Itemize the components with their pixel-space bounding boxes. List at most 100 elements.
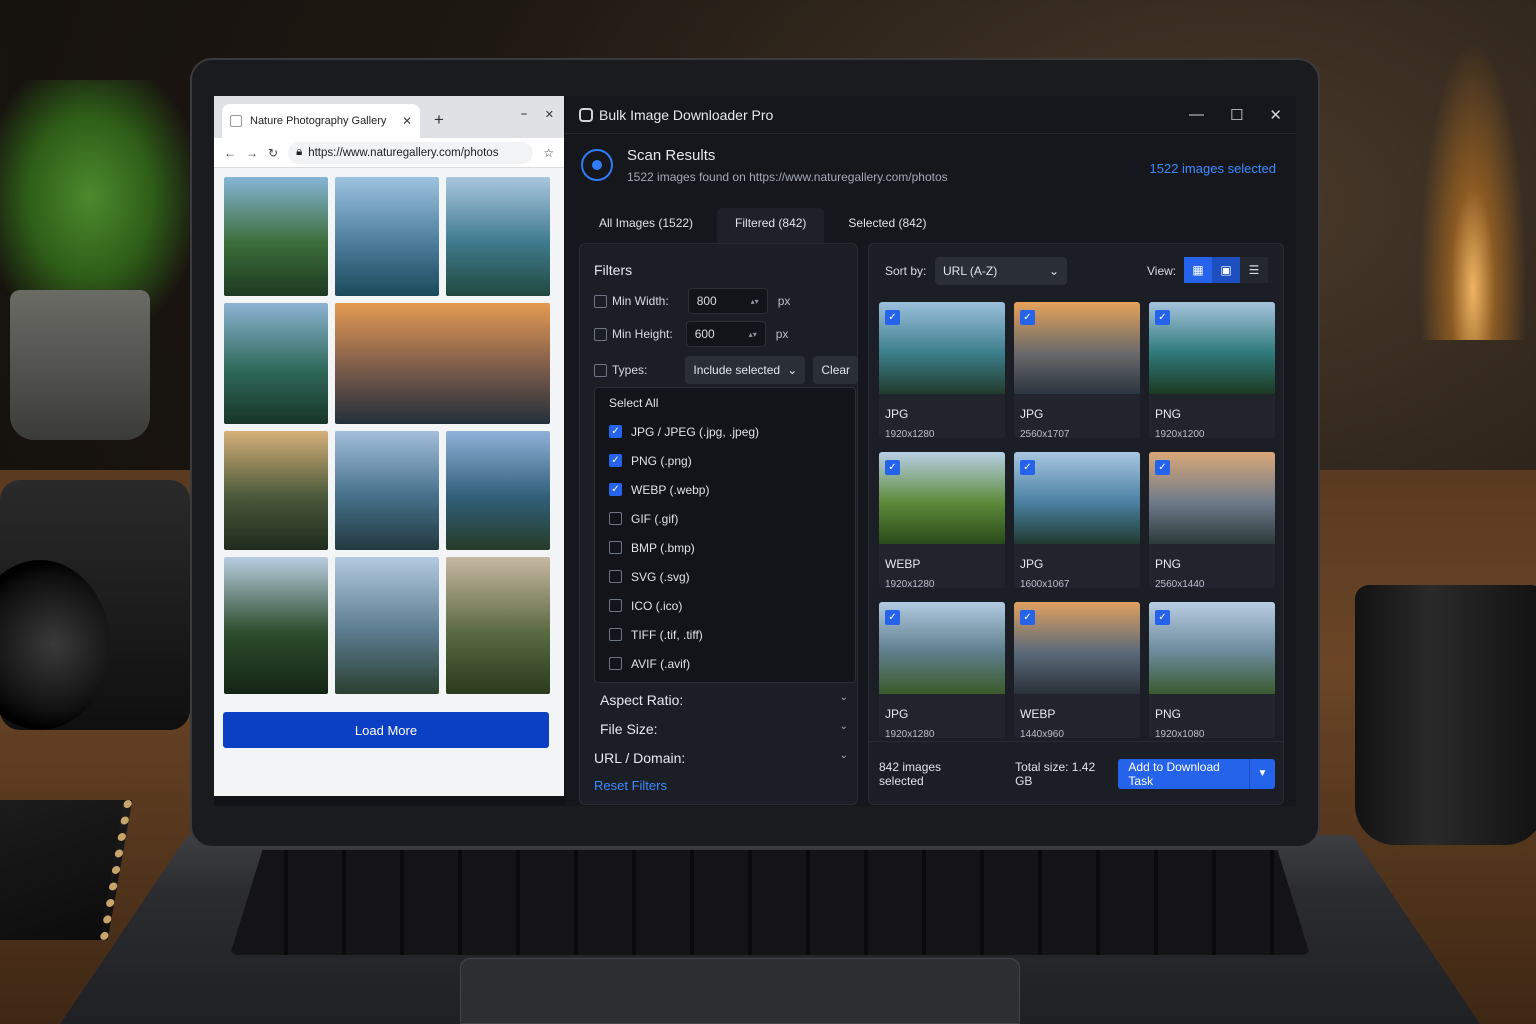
reset-filters-link[interactable]: Reset Filters	[594, 778, 667, 793]
grid-view-icon[interactable]: ▦	[1184, 257, 1212, 283]
close-tab-icon[interactable]: ✕	[402, 114, 412, 128]
bookmark-star-icon[interactable]: ☆	[543, 146, 554, 160]
forward-icon[interactable]: →	[246, 146, 258, 160]
file-type-option[interactable]: ✓ PNG (.png)	[595, 446, 855, 475]
address-bar[interactable]: 🔒︎ https://www.naturegallery.com/photos	[288, 141, 534, 164]
file-type-checkbox[interactable]	[609, 628, 622, 641]
image-select-checkbox[interactable]: ✓	[1155, 460, 1170, 475]
app-titlebar: Bulk Image Downloader Pro — ☐ ✕	[565, 96, 1296, 134]
close-icon[interactable]: ✕	[545, 108, 554, 121]
image-card[interactable]: ✓ PNG 1920x1080	[1149, 602, 1275, 738]
gallery-photo-sunset-coast[interactable]	[335, 303, 550, 424]
image-select-checkbox[interactable]: ✓	[1020, 460, 1035, 475]
unit-label: px	[775, 327, 789, 341]
url-domain-section[interactable]: URL / Domain: ⌄	[594, 750, 848, 766]
file-type-option[interactable]: BMP (.bmp)	[595, 533, 855, 562]
file-size-label: File Size:	[600, 721, 658, 737]
gallery-photo-forest-sun[interactable]	[224, 431, 328, 550]
image-select-checkbox[interactable]: ✓	[1155, 310, 1170, 325]
file-type-option[interactable]: ✓ JPG / JPEG (.jpg, .jpeg)	[595, 417, 855, 446]
image-card[interactable]: ✓ JPG 1600x1067	[1014, 452, 1140, 588]
gallery-photo-valley-river[interactable]	[446, 431, 550, 550]
spinner-icon[interactable]: ▴▾	[751, 297, 759, 306]
back-icon[interactable]: ←	[224, 146, 236, 160]
image-card[interactable]: ✓ JPG 2560x1707	[1014, 302, 1140, 438]
min-height-checkbox[interactable]	[594, 327, 607, 341]
image-card[interactable]: ✓ PNG 2560x1440	[1149, 452, 1275, 588]
select-all-types[interactable]: Select All	[595, 388, 855, 417]
gallery-photo-mountain-lake[interactable]	[335, 431, 439, 550]
app-logo-icon	[579, 107, 593, 122]
chevron-down-icon[interactable]: ▼	[1248, 758, 1275, 789]
sort-dropdown[interactable]: URL (A-Z) ⌄	[935, 257, 1067, 285]
load-more-button[interactable]: Load More	[223, 712, 549, 748]
file-type-checkbox[interactable]	[609, 599, 622, 612]
file-type-checkbox[interactable]: ✓	[609, 454, 622, 467]
spinner-icon[interactable]: ▴▾	[749, 330, 757, 339]
image-select-checkbox[interactable]: ✓	[1155, 610, 1170, 625]
image-format: PNG	[1155, 707, 1182, 721]
list-view-icon[interactable]: ☰	[1240, 257, 1268, 283]
gallery-photo-waterfall-2[interactable]	[224, 303, 328, 424]
tab-selected[interactable]: Selected (842)	[830, 208, 944, 244]
minimize-icon[interactable]: —	[1189, 106, 1204, 124]
tab-all-images[interactable]: All Images (1522)	[581, 208, 711, 244]
large-grid-view-icon[interactable]: ▣	[1212, 257, 1240, 283]
gallery-photo-waterfall[interactable]	[224, 177, 328, 296]
clear-types-button[interactable]: Clear	[813, 356, 859, 384]
file-type-option[interactable]: SVG (.svg)	[595, 562, 855, 591]
file-type-checkbox[interactable]	[609, 657, 622, 670]
file-size-section[interactable]: File Size: ⌄	[600, 721, 848, 737]
close-icon[interactable]: ✕	[1269, 106, 1282, 124]
image-card[interactable]: ✓ WEBP 1440x960	[1014, 602, 1140, 738]
file-type-checkbox[interactable]: ✓	[609, 483, 622, 496]
selected-count-link[interactable]: 1522 images selected	[1150, 161, 1276, 176]
gallery-photo-meadow-peaks[interactable]	[446, 557, 550, 694]
gallery-photo-pine-forest[interactable]	[224, 557, 328, 694]
gallery-photo-mountain-valley[interactable]	[335, 557, 439, 694]
gallery-photo-lake-mountains-2[interactable]	[446, 177, 550, 296]
image-select-checkbox[interactable]: ✓	[885, 310, 900, 325]
image-resolution: 1920x1280	[885, 729, 935, 738]
chevron-down-icon: ⌄	[1048, 264, 1059, 278]
min-width-checkbox[interactable]	[594, 294, 607, 308]
file-type-checkbox[interactable]: ✓	[609, 425, 622, 438]
image-select-checkbox[interactable]: ✓	[885, 610, 900, 625]
add-to-download-task-button[interactable]: Add to Download Task ▼	[1118, 758, 1275, 789]
image-card[interactable]: ✓ JPG 1920x1280	[879, 602, 1005, 738]
file-type-checkbox[interactable]	[609, 570, 622, 583]
results-tabs: All Images (1522) Filtered (842) Selecte…	[565, 196, 1296, 244]
file-type-option[interactable]: TIFF (.tif, .tiff)	[595, 620, 855, 649]
browser-tab[interactable]: Nature Photography Gallery ✕	[222, 104, 420, 138]
min-width-input[interactable]: 800 ▴▾	[687, 288, 768, 314]
browser-toolbar: ← → ↻ 🔒︎ https://www.naturegallery.com/p…	[214, 138, 564, 168]
image-select-checkbox[interactable]: ✓	[885, 460, 900, 475]
file-type-option[interactable]: ✓ WEBP (.webp)	[595, 475, 855, 504]
types-checkbox[interactable]	[594, 363, 607, 377]
image-select-checkbox[interactable]: ✓	[1020, 610, 1035, 625]
file-type-checkbox[interactable]	[609, 541, 622, 554]
file-type-option[interactable]: GIF (.gif)	[595, 504, 855, 533]
image-format: WEBP	[885, 557, 921, 571]
file-type-option[interactable]: AVIF (.avif)	[595, 649, 855, 678]
tab-filtered[interactable]: Filtered (842)	[717, 208, 825, 244]
min-height-input[interactable]: 600 ▴▾	[685, 321, 766, 347]
file-type-option[interactable]: ICO (.ico)	[595, 591, 855, 620]
types-mode-dropdown[interactable]: Include selected ⌄	[685, 356, 806, 384]
chevron-down-icon: ⌄	[839, 750, 848, 761]
min-width-label: Min Width:	[612, 294, 669, 308]
maximize-icon[interactable]: ☐	[1230, 106, 1243, 124]
image-card[interactable]: ✓ JPG 1920x1280	[879, 302, 1005, 438]
reload-icon[interactable]: ↻	[268, 146, 278, 160]
image-select-checkbox[interactable]: ✓	[1020, 310, 1035, 325]
file-type-label: ICO (.ico)	[631, 598, 683, 613]
gallery-photo-lake-mountains[interactable]	[335, 177, 439, 296]
aspect-ratio-section[interactable]: Aspect Ratio: ⌄	[600, 692, 848, 708]
image-card[interactable]: ✓ WEBP 1920x1280	[879, 452, 1005, 588]
minimize-icon[interactable]: ⎯	[521, 108, 527, 121]
file-type-checkbox[interactable]	[609, 512, 622, 525]
image-card[interactable]: ✓ PNG 1920x1200	[1149, 302, 1275, 438]
new-tab-icon[interactable]: +	[434, 110, 444, 130]
file-type-label: GIF (.gif)	[631, 511, 679, 526]
chevron-down-icon: ⌄	[839, 721, 848, 732]
